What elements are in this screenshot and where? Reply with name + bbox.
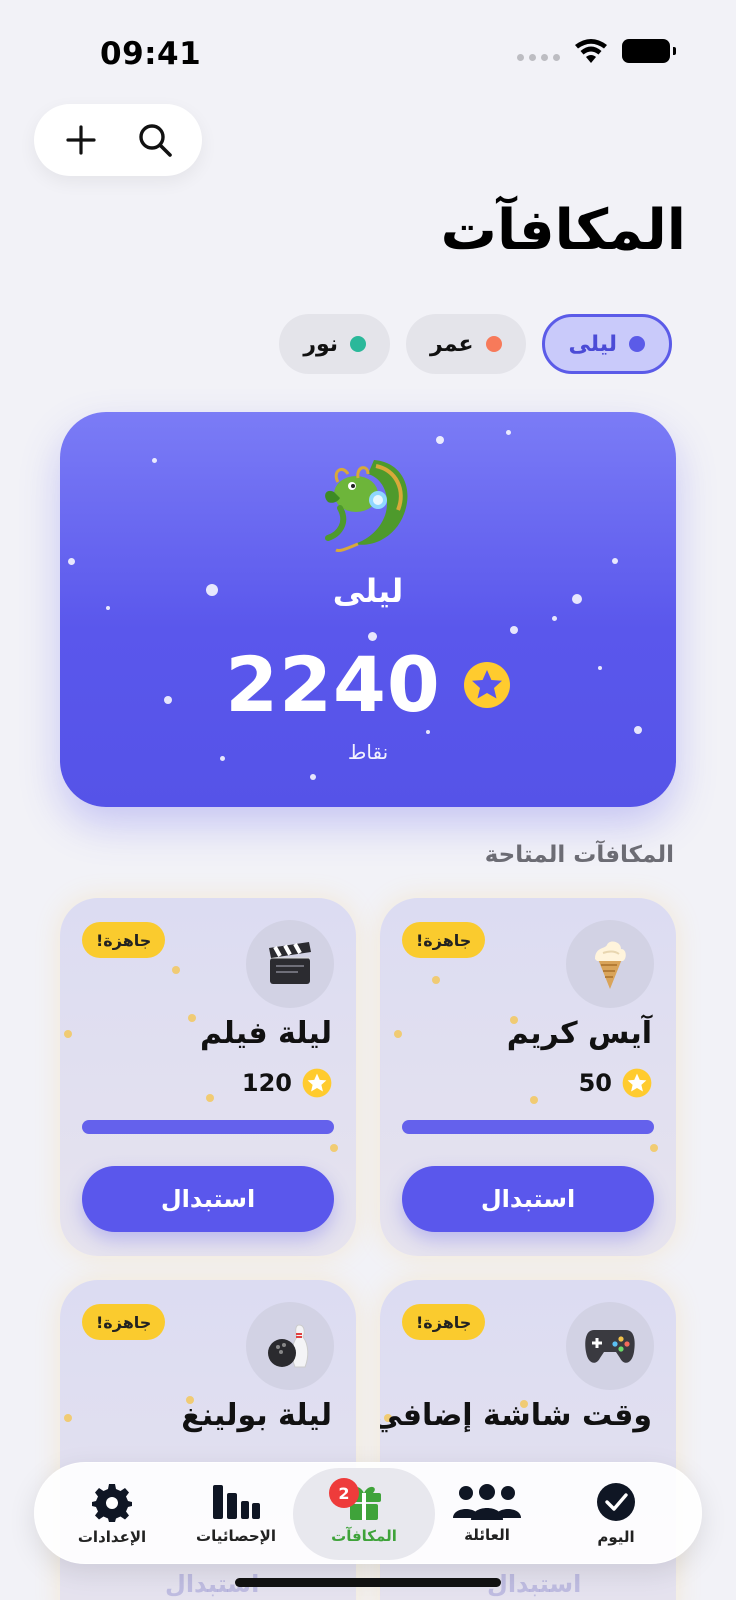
snow-particle <box>506 430 511 435</box>
sparkle <box>394 1030 402 1038</box>
member-color-dot <box>350 336 367 352</box>
tab-label: اليوم <box>597 1528 635 1546</box>
family-icon <box>453 1484 521 1520</box>
reward-icon-circle <box>566 920 654 1008</box>
hero-points-row: 2240 <box>60 640 676 729</box>
sparkle <box>188 1014 196 1022</box>
star-coin-icon <box>463 661 510 708</box>
reward-title: وقت شاشة إضافي <box>380 1398 652 1433</box>
tab-bar: الإعدادات الإحصائيات 2 المكافآت العائلة … <box>34 1462 702 1564</box>
member-chip-label: عمر <box>430 331 474 357</box>
status-time: 09:41 <box>100 36 202 72</box>
sparkle <box>64 1414 72 1422</box>
tab-today[interactable]: اليوم <box>551 1463 681 1565</box>
status-indicators <box>517 38 676 64</box>
gear-icon <box>92 1484 132 1522</box>
checkmark-circle-icon <box>597 1483 635 1521</box>
plus-icon <box>66 125 96 155</box>
reward-card-movie-night[interactable]: جاهزة! ليلة فيلم 120 استبدال <box>60 898 356 1256</box>
star-coin-icon <box>622 1068 652 1098</box>
redeem-button[interactable]: استبدال <box>82 1166 334 1232</box>
tab-stats[interactable]: الإحصائيات <box>171 1463 301 1565</box>
reward-progress-bar <box>402 1120 654 1134</box>
reward-icon-circle <box>246 920 334 1008</box>
search-button[interactable] <box>133 118 177 162</box>
available-rewards-heading: المكافآت المتاحة <box>484 842 674 868</box>
points-label: نقاط <box>347 740 389 764</box>
snow-particle <box>310 774 316 780</box>
member-color-dot <box>629 336 645 352</box>
member-color-dot <box>485 336 502 352</box>
member-chip-omar[interactable]: عمر <box>406 314 526 374</box>
wifi-icon <box>575 39 607 63</box>
battery-icon <box>622 39 676 63</box>
tab-label: الإعدادات <box>77 1528 147 1546</box>
reward-cost-value: 50 <box>578 1069 612 1097</box>
bar-chart-icon <box>213 1485 260 1519</box>
sparkle <box>530 1096 538 1104</box>
reward-icon-circle <box>566 1302 654 1390</box>
notification-badge: 2 <box>329 1478 359 1508</box>
points-total: 2240 <box>225 640 441 729</box>
member-chip-label: نور <box>303 331 339 357</box>
member-chip-layla[interactable]: ليلى <box>541 314 672 374</box>
redeem-button[interactable]: استبدال <box>402 1166 654 1232</box>
snow-particle <box>612 558 618 564</box>
sparkle <box>172 966 180 974</box>
search-icon <box>139 124 172 157</box>
cellular-signal-icon <box>517 53 560 61</box>
sparkle <box>432 976 440 984</box>
clapper-icon <box>269 942 311 984</box>
tab-rewards[interactable]: 2 المكافآت <box>293 1468 435 1560</box>
reward-icon-circle <box>246 1302 334 1390</box>
bowling-icon <box>268 1324 309 1368</box>
reward-title: ليلة بولينغ <box>181 1398 332 1433</box>
tab-label: العائلة <box>464 1526 510 1544</box>
reward-title: آيس كريم <box>506 1016 652 1051</box>
top-actions <box>34 104 202 176</box>
game-controller-icon <box>585 1330 635 1363</box>
snow-particle <box>426 730 430 734</box>
snow-particle <box>436 436 444 444</box>
snow-particle <box>152 458 157 463</box>
points-hero-card: ليلى 2240 نقاط <box>60 412 676 807</box>
member-chip-noor[interactable]: نور <box>279 314 391 374</box>
tab-label: الإحصائيات <box>196 1527 276 1545</box>
member-selector: ليلى عمر نور <box>279 314 672 374</box>
member-chip-label: ليلى <box>568 331 617 357</box>
snow-particle <box>68 558 75 565</box>
ready-badge: جاهزة! <box>82 922 166 958</box>
dragon-icon <box>325 460 408 552</box>
redeem-button-peek: استبدال <box>487 1570 582 1598</box>
snow-particle <box>552 616 557 621</box>
page-title: المكافآت <box>440 198 686 263</box>
tab-family[interactable]: العائلة <box>422 1463 552 1565</box>
add-button[interactable] <box>59 118 103 162</box>
sparkle <box>64 1030 72 1038</box>
reward-progress-bar <box>82 1120 334 1134</box>
ready-badge: جاهزة! <box>402 1304 486 1340</box>
sparkle <box>330 1144 338 1152</box>
home-indicator[interactable] <box>235 1578 501 1587</box>
sparkle <box>650 1144 658 1152</box>
rewards-screen: 09:41 المكافآت ليلى عمر نور ليلى 2240 نق… <box>0 0 736 1600</box>
reward-cost: 50 <box>579 1068 652 1098</box>
reward-cost: 120 <box>242 1068 332 1098</box>
sparkle <box>206 1094 214 1102</box>
ready-badge: جاهزة! <box>402 922 486 958</box>
reward-cost-value: 120 <box>241 1069 292 1097</box>
snow-particle <box>510 626 518 634</box>
ready-badge: جاهزة! <box>82 1304 166 1340</box>
tab-settings[interactable]: الإعدادات <box>47 1463 177 1565</box>
reward-title: ليلة فيلم <box>199 1016 332 1051</box>
reward-card-ice-cream[interactable]: جاهزة! آيس كريم 50 استبدال <box>380 898 676 1256</box>
tab-label: المكافآت <box>331 1527 397 1545</box>
star-coin-icon <box>302 1068 332 1098</box>
hero-member-name: ليلى <box>332 572 404 610</box>
ice-cream-icon <box>595 941 626 989</box>
